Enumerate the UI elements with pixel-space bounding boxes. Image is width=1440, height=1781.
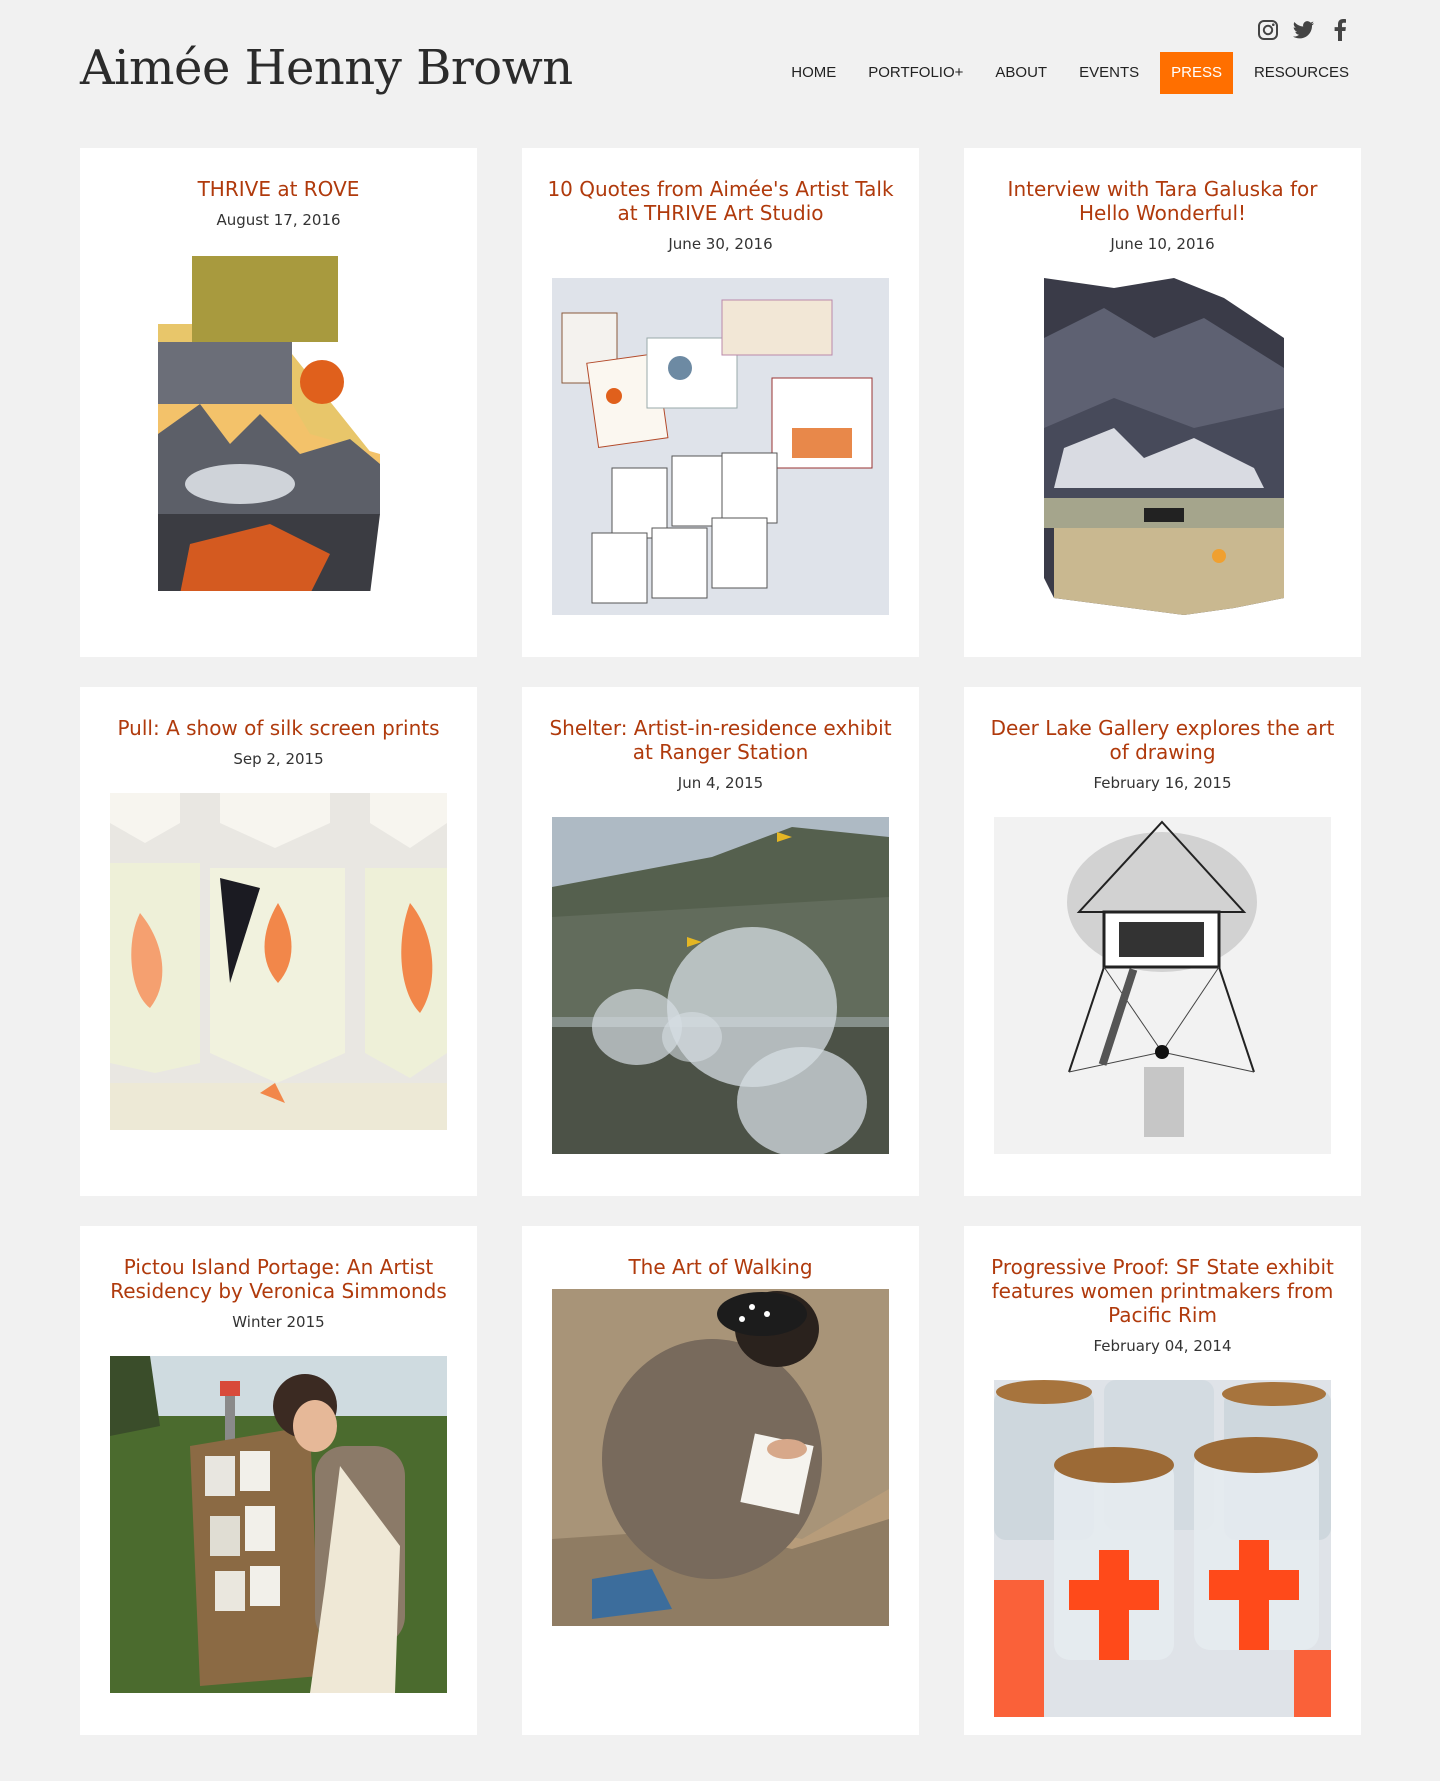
post-thumbnail[interactable]	[994, 1380, 1331, 1717]
post-title-link[interactable]: Pull: A show of silk screen prints	[104, 716, 454, 740]
post-date: June 30, 2016	[668, 235, 773, 253]
nav-portfolio[interactable]: PORTFOLIO+	[857, 52, 974, 94]
post-thumbnail[interactable]	[110, 793, 447, 1130]
site-header: Aimée Henny Brown HOME PORTFOLIO+ ABOUT …	[0, 0, 1440, 140]
post-thumbnail[interactable]	[552, 817, 889, 1154]
press-card: Interview with Tara Galuska for Hello Wo…	[964, 148, 1361, 657]
post-thumbnail[interactable]	[552, 278, 889, 615]
post-title-link[interactable]: Deer Lake Gallery explores the art of dr…	[988, 716, 1338, 764]
artist-books-image	[552, 278, 889, 615]
instagram-icon[interactable]	[1256, 18, 1280, 42]
woman-drawing-image	[552, 1289, 889, 1626]
collage-image	[110, 254, 447, 591]
post-thumbnail[interactable]	[994, 817, 1331, 1154]
press-card: Deer Lake Gallery explores the art of dr…	[964, 687, 1361, 1196]
post-thumbnail[interactable]	[552, 1289, 889, 1626]
post-thumbnail[interactable]	[994, 278, 1331, 615]
jars-image	[994, 1380, 1331, 1717]
press-card: Pull: A show of silk screen prints Sep 2…	[80, 687, 477, 1196]
post-title-link[interactable]: Progressive Proof: SF State exhibit feat…	[988, 1255, 1338, 1327]
site-logo[interactable]: Aimée Henny Brown	[80, 40, 573, 96]
press-card: Progressive Proof: SF State exhibit feat…	[964, 1226, 1361, 1735]
post-title-link[interactable]: Interview with Tara Galuska for Hello Wo…	[988, 177, 1338, 225]
post-date: Sep 2, 2015	[233, 750, 324, 768]
press-card: Shelter: Artist-in-residence exhibit at …	[522, 687, 919, 1196]
nav-press[interactable]: PRESS	[1160, 52, 1233, 94]
nav-about[interactable]: ABOUT	[984, 52, 1058, 94]
tower-drawing-image	[994, 817, 1331, 1154]
twitter-icon[interactable]	[1292, 18, 1316, 42]
nav-resources[interactable]: RESOURCES	[1243, 52, 1360, 94]
nav-home[interactable]: HOME	[780, 52, 847, 94]
post-title-link[interactable]: The Art of Walking	[546, 1255, 896, 1279]
post-date: February 16, 2015	[1093, 774, 1232, 792]
facebook-icon[interactable]	[1328, 18, 1352, 42]
geodesic-domes-image	[552, 817, 889, 1154]
post-date: Winter 2015	[232, 1313, 325, 1331]
post-title-link[interactable]: 10 Quotes from Aimée's Artist Talk at TH…	[546, 177, 896, 225]
post-thumbnail[interactable]	[110, 254, 447, 591]
press-card: Pictou Island Portage: An Artist Residen…	[80, 1226, 477, 1735]
post-title-link[interactable]: Shelter: Artist-in-residence exhibit at …	[546, 716, 896, 764]
press-card: THRIVE at ROVE August 17, 2016	[80, 148, 477, 657]
main-nav: HOME PORTFOLIO+ ABOUT EVENTS PRESS RESOU…	[780, 52, 1360, 94]
post-thumbnail[interactable]	[110, 1356, 447, 1693]
post-date: February 04, 2014	[1093, 1337, 1232, 1355]
silk-screen-image	[110, 793, 447, 1130]
post-date: June 10, 2016	[1110, 235, 1215, 253]
post-title-link[interactable]: Pictou Island Portage: An Artist Residen…	[104, 1255, 454, 1303]
press-card: The Art of Walking	[522, 1226, 919, 1735]
post-date: August 17, 2016	[216, 211, 341, 229]
press-card: 10 Quotes from Aimée's Artist Talk at TH…	[522, 148, 919, 657]
post-title-link[interactable]: THRIVE at ROVE	[104, 177, 454, 201]
post-date: Jun 4, 2015	[677, 774, 764, 792]
social-links	[1256, 18, 1352, 42]
portable-library-image	[110, 1356, 447, 1693]
nav-events[interactable]: EVENTS	[1068, 52, 1150, 94]
collage-image	[994, 278, 1331, 615]
